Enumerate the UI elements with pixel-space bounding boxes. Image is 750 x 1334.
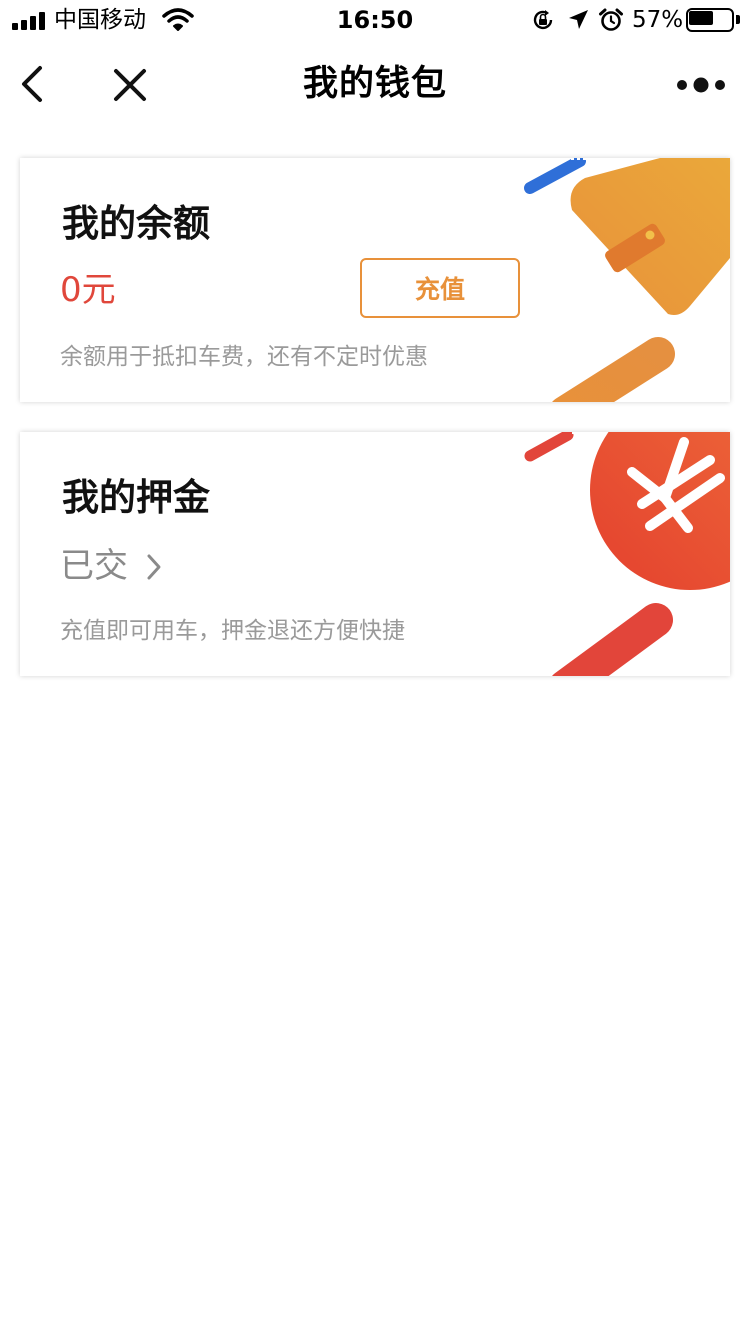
recharge-button[interactable]: 充值	[360, 258, 520, 318]
more-icon[interactable]	[676, 76, 726, 94]
alarm-icon	[599, 8, 623, 31]
status-bar: 中国移动 16:50 57%	[0, 0, 750, 40]
chevron-right-icon[interactable]	[144, 552, 164, 582]
location-icon	[569, 10, 588, 29]
battery-percent: 57%	[632, 7, 684, 33]
battery-icon	[686, 8, 740, 32]
page-title: 我的钱包	[302, 64, 447, 104]
rotation-lock-icon	[533, 10, 553, 30]
deposit-card[interactable]: 我的押金 已交 充值即可用车，押金退还方便快捷	[20, 432, 730, 676]
balance-card[interactable]: 我的余额 0元 充值 余额用于抵扣车费，还有不定时优惠	[20, 158, 730, 402]
balance-amount: 0元	[60, 270, 116, 310]
balance-title: 我的余额	[62, 202, 210, 245]
deposit-title: 我的押金	[62, 476, 210, 519]
nav-bar: 我的钱包	[0, 40, 750, 128]
deposit-description: 充值即可用车，押金退还方便快捷	[60, 618, 405, 644]
deposit-status[interactable]: 已交	[60, 544, 128, 588]
balance-description: 余额用于抵扣车费，还有不定时优惠	[60, 344, 428, 370]
